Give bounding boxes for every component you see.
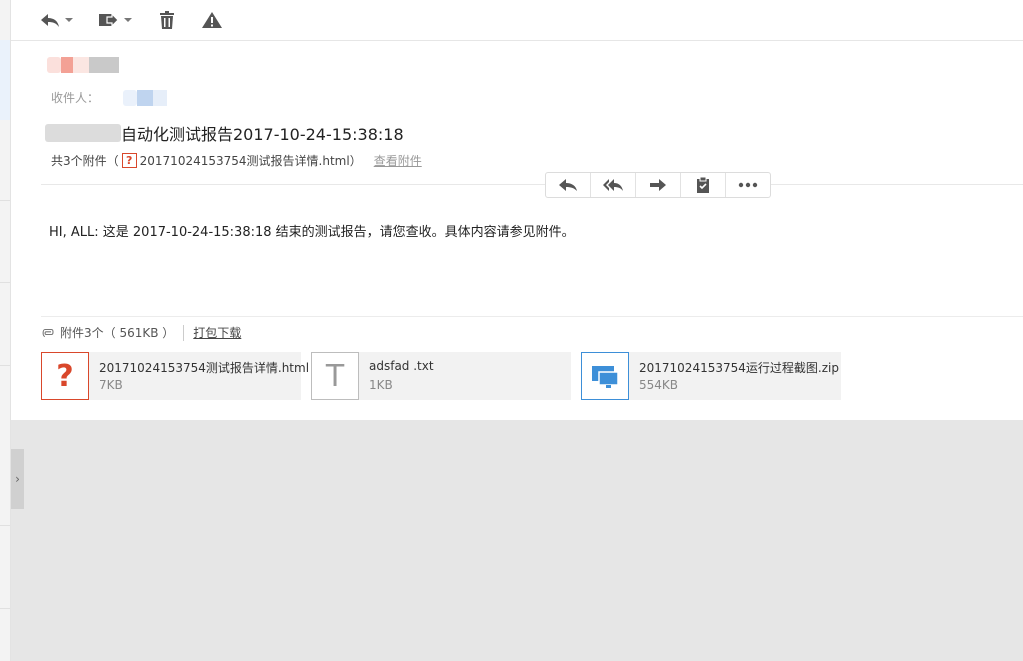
forward-menu-button[interactable] <box>98 9 132 31</box>
left-panel-highlight <box>0 40 10 120</box>
download-all-link[interactable]: 打包下载 <box>193 324 241 341</box>
reply-button[interactable] <box>546 173 591 197</box>
attachment-card-txt[interactable]: T adsfad .txt 1KB <box>311 352 571 400</box>
expand-panel-button[interactable]: › <box>11 449 24 509</box>
left-panel-strip <box>0 0 11 661</box>
attachment-summary-suffix: ） <box>349 154 362 168</box>
redacted-block <box>73 57 89 73</box>
header-divider <box>41 184 1023 185</box>
redacted-block <box>123 89 138 106</box>
forward-icon <box>99 12 119 28</box>
trash-icon <box>160 11 174 29</box>
attachment-summary: 共3个附件（ ? 20171024153754测试报告详情.html ） 查看附… <box>51 152 422 169</box>
chevron-down-icon <box>65 18 73 22</box>
reply-icon <box>559 179 577 191</box>
forward-button[interactable] <box>636 173 681 197</box>
left-panel-divider <box>0 525 10 526</box>
reply-all-icon <box>603 179 623 191</box>
mail-toolbar <box>11 0 1023 41</box>
redacted-block <box>47 57 61 73</box>
report-spam-button[interactable] <box>201 9 223 31</box>
archive-file-icon <box>581 352 629 400</box>
attachment-size: 1KB <box>369 378 393 392</box>
left-panel-divider <box>0 365 10 366</box>
left-panel-divider <box>0 608 10 609</box>
redacted-block <box>61 57 73 73</box>
left-panel-divider <box>0 282 10 283</box>
attachment-name: 20171024153754运行过程截图.zip <box>639 361 839 375</box>
more-icon <box>738 182 758 188</box>
mail-reading-pane: 收件人： 自动化测试报告2017-10-24-15:38:18 共3个附件（ ?… <box>11 0 1023 420</box>
more-actions-button[interactable] <box>726 173 770 197</box>
unknown-file-icon: ? <box>41 352 89 400</box>
sender-name <box>47 54 119 76</box>
text-file-icon: T <box>311 352 359 400</box>
reply-menu-button[interactable] <box>39 9 73 31</box>
delete-button[interactable] <box>159 9 175 31</box>
paperclip-icon <box>42 328 54 337</box>
redacted-block <box>137 89 154 106</box>
reply-icon <box>41 14 59 27</box>
view-attachments-link[interactable]: 查看附件 <box>374 152 422 169</box>
add-to-notes-button[interactable] <box>681 173 726 197</box>
chevron-right-icon: › <box>15 472 20 486</box>
chevron-down-icon <box>124 18 132 22</box>
recipient-label: 收件人： <box>51 91 100 105</box>
reply-all-button[interactable] <box>591 173 636 197</box>
attachment-size: 554KB <box>639 378 679 392</box>
left-panel-divider <box>0 200 10 201</box>
forward-icon <box>650 179 666 191</box>
attachment-name: 20171024153754测试报告详情.html <box>99 361 310 375</box>
subject-text: 自动化测试报告2017-10-24-15:38:18 <box>121 125 404 144</box>
attachment-summary-file[interactable]: 20171024153754测试报告详情.html <box>140 152 350 169</box>
attachments-header: 附件3个（ 561KB ） 打包下载 <box>41 324 241 341</box>
redacted-block <box>45 124 121 142</box>
redacted-block <box>89 57 119 73</box>
attachment-card-zip[interactable]: 20171024153754运行过程截图.zip 554KB <box>581 352 841 400</box>
clipboard-icon <box>697 177 709 193</box>
attachment-card-html[interactable]: ? 20171024153754测试报告详情.html 7KB <box>41 352 309 400</box>
attachment-summary-prefix: 共3个附件（ <box>51 154 119 168</box>
unknown-file-icon: ? <box>121 153 137 168</box>
separator <box>183 324 185 341</box>
attachment-size: 7KB <box>99 378 123 392</box>
attachments-count: 附件3个（ 561KB ） <box>60 326 175 340</box>
mail-body: HI, ALL: 这是 2017-10-24-15:38:18 结束的测试报告，… <box>49 225 575 240</box>
mail-subject: 自动化测试报告2017-10-24-15:38:18 <box>45 122 404 144</box>
recipient-row: 收件人： <box>51 89 168 106</box>
warning-icon <box>202 12 222 28</box>
attachment-name: adsfad .txt <box>369 359 434 373</box>
quick-action-bar <box>545 172 771 198</box>
redacted-block <box>153 89 168 106</box>
attachments-divider <box>41 316 1023 317</box>
